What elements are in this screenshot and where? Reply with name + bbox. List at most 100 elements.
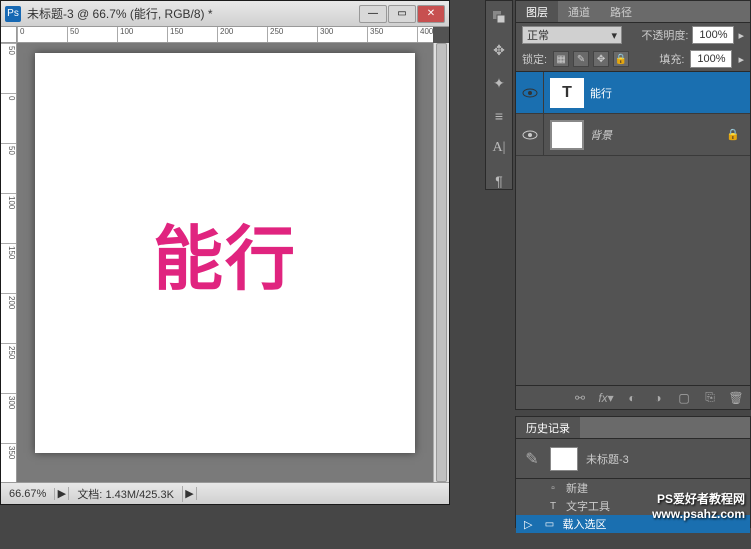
ruler-tick: 100 xyxy=(1,193,16,243)
layer-row[interactable]: T 能行 xyxy=(516,72,750,114)
history-pointer-icon: ▷ xyxy=(524,518,532,531)
ruler-tick: 250 xyxy=(1,343,16,393)
chevron-down-icon[interactable]: ▸ xyxy=(738,53,744,66)
tab-history[interactable]: 历史记录 xyxy=(516,417,580,438)
fill-input[interactable]: 100% xyxy=(690,50,732,68)
layer-options-row: 正常 ▾ 不透明度: 100% ▸ xyxy=(516,23,750,47)
blend-mode-select[interactable]: 正常 ▾ xyxy=(522,26,622,44)
eye-icon xyxy=(522,129,538,141)
window-title: 未标题-3 @ 66.7% (能行, RGB/8) * xyxy=(27,5,359,22)
artwork-text[interactable]: 能行 xyxy=(153,203,297,304)
group-icon[interactable]: ▢ xyxy=(676,390,692,406)
ruler-corner[interactable] xyxy=(1,27,17,43)
close-button[interactable]: ✕ xyxy=(417,5,445,23)
tab-paths[interactable]: 路径 xyxy=(600,1,642,22)
canvas[interactable]: 能行 xyxy=(35,53,415,453)
titlebar[interactable]: Ps 未标题-3 @ 66.7% (能行, RGB/8) * — ▭ ✕ xyxy=(1,1,449,27)
history-snapshot-thumb[interactable] xyxy=(550,447,578,471)
lock-pixels-icon[interactable]: ✎ xyxy=(573,51,589,67)
ruler-tick: 300 xyxy=(1,393,16,443)
status-arrow-icon[interactable]: ▶ xyxy=(183,487,197,500)
lock-icon: 🔒 xyxy=(726,128,740,141)
ruler-vertical[interactable]: 50 0 50 100 150 200 250 300 350 xyxy=(1,43,17,482)
visibility-toggle[interactable] xyxy=(516,72,544,113)
options-column: ✥ ✦ ≡ A| ¶ xyxy=(485,0,513,190)
ruler-tick: 50 xyxy=(1,143,16,193)
layer-list: T 能行 背景 🔒 xyxy=(516,71,750,156)
layers-footer: ⚯ fx▾ ◐ ◑ ▢ ⎘ 🗑 xyxy=(516,385,750,409)
fx-icon[interactable]: fx▾ xyxy=(598,390,614,406)
chevron-down-icon: ▾ xyxy=(611,29,617,42)
paragraph-icon[interactable]: ¶ xyxy=(490,173,508,190)
blend-mode-value: 正常 xyxy=(527,27,549,43)
zoom-value[interactable]: 66.67% xyxy=(1,488,55,500)
layers-panel: 图层 通道 路径 正常 ▾ 不透明度: 100% ▸ 锁定: ▦ ✎ ✥ 🔒 填… xyxy=(515,0,751,410)
window-controls: — ▭ ✕ xyxy=(359,5,445,23)
lock-transparency-icon[interactable]: ▦ xyxy=(553,51,569,67)
wand-icon[interactable]: ✦ xyxy=(490,75,508,92)
tab-layers[interactable]: 图层 xyxy=(516,1,558,22)
adjustment-icon[interactable]: ◑ xyxy=(650,390,666,406)
lock-all-icon[interactable]: 🔒 xyxy=(613,51,629,67)
doc-info-label: 文档: xyxy=(77,489,102,501)
history-brush-icon[interactable]: ✎ xyxy=(522,449,542,469)
history-item-label: 文字工具 xyxy=(566,498,610,514)
ruler-tick: 0 xyxy=(1,93,16,143)
ruler-tick: 0 xyxy=(17,27,67,42)
opacity-input[interactable]: 100% xyxy=(692,26,734,44)
watermark-line: www.psahz.com xyxy=(652,507,745,523)
ruler-tick: 300 xyxy=(317,27,367,42)
eye-icon xyxy=(522,87,538,99)
layer-thumbnail[interactable] xyxy=(550,120,584,150)
maximize-button[interactable]: ▭ xyxy=(388,5,416,23)
character-icon[interactable]: A| xyxy=(490,140,508,157)
ruler-tick: 50 xyxy=(1,43,16,93)
text-tool-icon: T xyxy=(546,499,560,513)
minimize-button[interactable]: — xyxy=(359,5,387,23)
mask-icon[interactable]: ◐ xyxy=(624,390,640,406)
ruler-tick: 350 xyxy=(367,27,417,42)
lock-icons: ▦ ✎ ✥ 🔒 xyxy=(553,51,629,67)
layer-row[interactable]: 背景 🔒 xyxy=(516,114,750,156)
ruler-tick: 350 xyxy=(1,443,16,482)
lock-position-icon[interactable]: ✥ xyxy=(593,51,609,67)
history-header[interactable]: ✎ 未标题-3 xyxy=(516,439,750,479)
ruler-tick: 200 xyxy=(1,293,16,343)
fill-label: 填充: xyxy=(659,51,684,67)
tab-channels[interactable]: 通道 xyxy=(558,1,600,22)
lock-row: 锁定: ▦ ✎ ✥ 🔒 填充: 100% ▸ xyxy=(516,47,750,71)
layer-thumbnail[interactable]: T xyxy=(550,78,584,108)
scrollbar-thumb[interactable] xyxy=(436,43,447,482)
trash-icon[interactable]: 🗑 xyxy=(728,390,744,406)
ruler-tick: 250 xyxy=(267,27,317,42)
history-doc-name: 未标题-3 xyxy=(586,451,629,467)
visibility-toggle[interactable] xyxy=(516,114,544,155)
opacity-label: 不透明度: xyxy=(641,27,688,43)
color-swatch-icon[interactable] xyxy=(490,9,508,26)
new-layer-icon[interactable]: ⎘ xyxy=(702,390,718,406)
ruler-tick: 150 xyxy=(1,243,16,293)
history-item-label: 载入选区 xyxy=(562,516,606,532)
watermark-line: PS爱好者教程网 xyxy=(652,492,745,508)
new-doc-icon: ▫ xyxy=(546,481,560,495)
layer-name[interactable]: 能行 xyxy=(590,85,750,101)
layer-name[interactable]: 背景 xyxy=(590,127,726,143)
move-icon[interactable]: ✥ xyxy=(490,42,508,59)
link-layers-icon[interactable]: ⚯ xyxy=(572,390,588,406)
scrollbar-vertical[interactable] xyxy=(433,43,449,482)
app-icon: Ps xyxy=(5,6,21,22)
ruler-tick: 400 xyxy=(417,27,433,42)
ruler-icon[interactable]: ≡ xyxy=(490,108,508,125)
panel-tabs: 图层 通道 路径 xyxy=(516,1,750,23)
doc-info[interactable]: 文档: 1.43M/425.3K xyxy=(69,486,183,502)
ruler-tick: 200 xyxy=(217,27,267,42)
chevron-down-icon[interactable]: ▸ xyxy=(738,29,744,42)
ruler-horizontal[interactable]: 0 50 100 150 200 250 300 350 400 xyxy=(17,27,433,43)
status-arrow-icon[interactable]: ▶ xyxy=(55,487,69,500)
lock-label: 锁定: xyxy=(522,51,547,67)
document-window: Ps 未标题-3 @ 66.7% (能行, RGB/8) * — ▭ ✕ 0 5… xyxy=(0,0,450,505)
canvas-area[interactable]: 能行 xyxy=(17,43,433,482)
history-item-label: 新建 xyxy=(566,480,588,496)
selection-icon: ▭ xyxy=(542,517,556,531)
ruler-tick: 100 xyxy=(117,27,167,42)
